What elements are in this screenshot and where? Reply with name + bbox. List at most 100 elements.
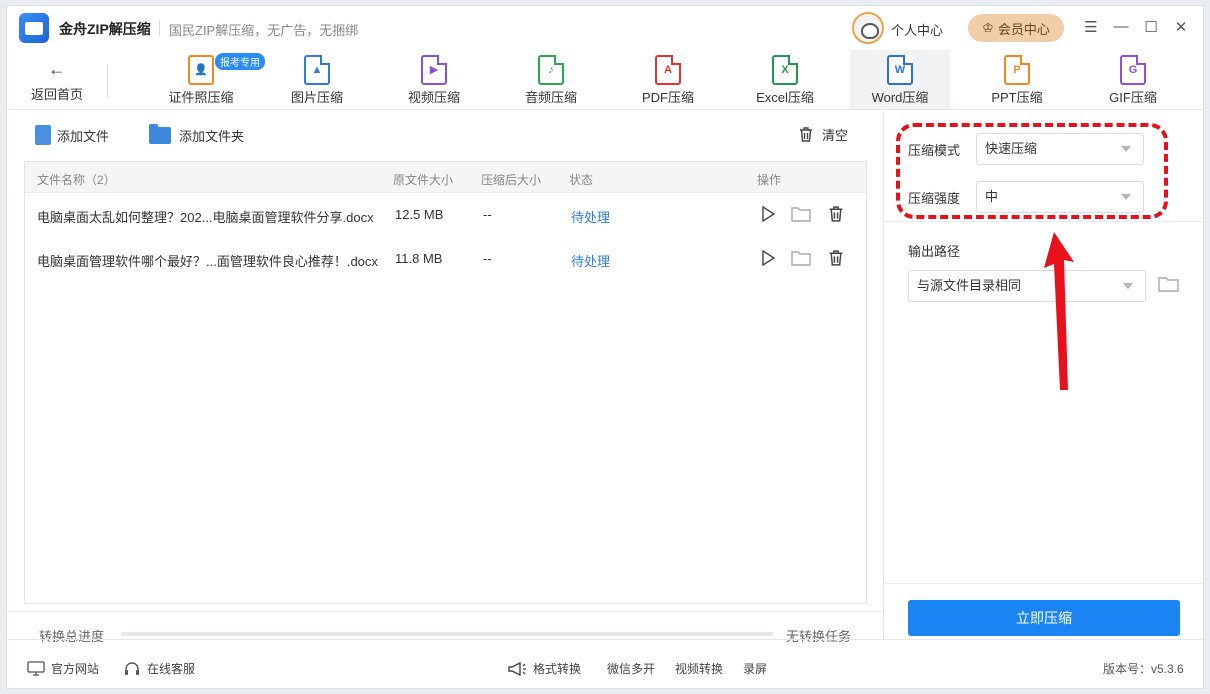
tool-label: 图片压缩 (290, 90, 343, 105)
open-folder-icon[interactable] (791, 205, 811, 223)
app-logo-icon (19, 13, 49, 43)
service-link[interactable]: 在线客服 (123, 660, 195, 677)
tool-label: 音频压缩 (524, 90, 577, 105)
menu-icon[interactable]: ☰ (1081, 18, 1101, 36)
format-convert-label: 格式转换 (533, 662, 582, 676)
tool-label: Word压缩 (871, 90, 929, 105)
app-slogan: 国民ZIP解压缩，无广告，无捆绑 (169, 23, 359, 38)
status-badge: 待处理 (571, 254, 611, 269)
add-folder-icon (149, 124, 171, 144)
tool-pdf-file[interactable]: A PDF压缩 (618, 50, 718, 109)
add-file-label: 添加文件 (57, 128, 110, 144)
play-icon[interactable] (759, 205, 777, 223)
website-link[interactable]: 官方网站 (27, 660, 99, 677)
tool-gif-file[interactable]: G GIF压缩 (1083, 50, 1183, 109)
action-bar: 添加文件 添加文件夹 清空 (7, 111, 883, 161)
add-file-button[interactable]: 添加文件 (35, 125, 109, 145)
tool-ppt-file[interactable]: P PPT压缩 (967, 50, 1067, 109)
tool-image-file[interactable]: ▲ 图片压缩 (267, 50, 367, 109)
play-icon[interactable] (759, 249, 777, 267)
compressed-size: -- (483, 207, 492, 222)
gif-file-icon: G (1120, 55, 1146, 85)
folder-browse-icon[interactable] (1158, 275, 1180, 293)
monitor-icon (27, 661, 45, 676)
file-name: 电脑桌面管理软件哪个最好？...面管理软件良心推荐！.docx (37, 254, 378, 269)
wechat-multi-link[interactable]: 微信多开 (607, 660, 655, 677)
wechat-multi-label: 微信多开 (607, 662, 656, 676)
tool-word-file[interactable]: W Word压缩 (850, 50, 950, 109)
table-row[interactable]: 电脑桌面太乱如何整理？202...电脑桌面管理软件分享.docx 12.5 MB -… (25, 193, 866, 237)
original-size: 12.5 MB (395, 207, 444, 222)
highlight-box (896, 123, 1168, 219)
video-file-icon: ▶ (421, 55, 447, 85)
header-compressed-size: 压缩后大小 (481, 173, 542, 187)
original-size: 11.8 MB (395, 251, 443, 266)
close-icon[interactable]: ✕ (1171, 18, 1191, 36)
trash-icon (800, 127, 812, 142)
add-file-icon (35, 125, 51, 145)
file-name: 电脑桌面太乱如何整理？202...电脑桌面管理软件分享.docx (37, 210, 374, 225)
tool-excel-file[interactable]: X Excel压缩 (735, 50, 835, 109)
app-window: 金舟ZIP解压缩 国民ZIP解压缩，无广告，无捆绑 个人中心 ♔ 会员中心 ☰ … (6, 5, 1204, 689)
video-convert-label: 视频转换 (675, 662, 724, 676)
word-file-icon: W (887, 55, 913, 85)
maximize-icon[interactable]: ☐ (1141, 18, 1161, 36)
header-file-name: 文件名称（2） (37, 173, 116, 187)
clear-label: 清空 (822, 128, 849, 143)
tool-label: 视频压缩 (407, 90, 460, 105)
tool-label: GIF压缩 (1109, 90, 1157, 105)
toolbar-divider (107, 64, 108, 98)
header-original-size: 原文件大小 (393, 173, 454, 187)
tool-bar: ← 返回首页 👤 证件照压缩 报考专用 ▲ 图片压缩 ▶ 视频压缩 ♪ 音频压缩 A PDF压缩 X E… (7, 50, 1203, 110)
tool-video-file[interactable]: ▶ 视频压缩 (384, 50, 484, 109)
format-convert-link[interactable]: 格式转换 (507, 660, 581, 677)
footer: 官方网站 在线客服 格式转换 微信多开 视频转换 录屏 版本号：v5.3.6 (7, 639, 1203, 688)
personal-center-link[interactable]: 个人中心 (891, 20, 943, 39)
output-path-select[interactable]: 与源文件目录相同 (908, 270, 1146, 302)
back-home-label: 返回首页 (30, 87, 83, 102)
title-bar: 金舟ZIP解压缩 国民ZIP解压缩，无广告，无捆绑 个人中心 ♔ 会员中心 ☰ … (7, 6, 1203, 50)
ppt-file-icon: P (1004, 55, 1030, 85)
app-title: 金舟ZIP解压缩 (59, 21, 151, 37)
megaphone-icon (508, 661, 526, 676)
arrow-left-icon: ← (48, 59, 66, 79)
minimize-icon[interactable]: — (1111, 18, 1131, 35)
header-status: 状态 (569, 173, 594, 187)
add-folder-button[interactable]: 添加文件夹 (149, 124, 245, 145)
settings-divider (884, 221, 1203, 222)
settings-bottom-divider (884, 583, 1203, 584)
version-label: 版本号：v5.3.6 (1103, 662, 1184, 676)
compressed-size: -- (483, 251, 492, 266)
website-label: 官方网站 (51, 662, 100, 676)
avatar[interactable] (852, 12, 884, 44)
audio-file-icon: ♪ (538, 55, 564, 85)
tool-id-photo[interactable]: 👤 证件照压缩 报考专用 (151, 50, 265, 109)
open-folder-icon[interactable] (791, 249, 811, 267)
add-folder-label: 添加文件夹 (179, 129, 245, 144)
image-file-icon: ▲ (304, 55, 330, 85)
progress-bar (121, 632, 773, 636)
id-photo-icon: 👤 (188, 55, 214, 85)
delete-icon[interactable] (827, 249, 845, 267)
headset-icon (125, 661, 139, 675)
back-home-button[interactable]: ← 返回首页 (25, 54, 89, 108)
compress-now-button[interactable]: 立即压缩 (908, 600, 1180, 636)
status-badge: 待处理 (571, 210, 611, 225)
title-divider (159, 20, 160, 36)
file-list-pane: 添加文件 添加文件夹 清空 文件名称（2） 原文件大小 压缩后大小 状态 操作 … (7, 111, 883, 644)
settings-pane: 压缩模式 快速压缩 压缩强度 中 输出路径 与源文件目录相同 立即压缩 (883, 111, 1203, 639)
service-label: 在线客服 (147, 662, 196, 676)
tool-audio-file[interactable]: ♪ 音频压缩 (501, 50, 601, 109)
excel-file-icon: X (772, 55, 798, 85)
tool-label: 证件照压缩 (168, 90, 234, 105)
screen-record-link[interactable]: 录屏 (743, 660, 767, 677)
clear-button[interactable]: 清空 (798, 125, 848, 144)
vip-center-button[interactable]: ♔ 会员中心 (968, 14, 1064, 42)
tool-label: Excel压缩 (756, 90, 814, 105)
table-row[interactable]: 电脑桌面管理软件哪个最好？...面管理软件良心推荐！.docx 11.8 MB --… (25, 237, 866, 281)
video-convert-link[interactable]: 视频转换 (675, 660, 723, 677)
delete-icon[interactable] (827, 205, 845, 223)
file-table: 文件名称（2） 原文件大小 压缩后大小 状态 操作 电脑桌面太乱如何整理？202… (24, 161, 867, 604)
tool-label: PPT压缩 (991, 90, 1043, 105)
crown-icon: ♔ (982, 20, 994, 35)
